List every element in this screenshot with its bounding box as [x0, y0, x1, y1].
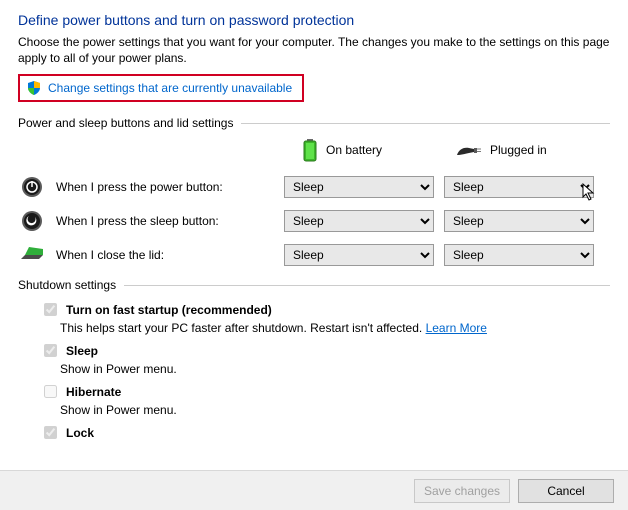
- sleep-option: Sleep Show in Power menu.: [40, 341, 610, 376]
- battery-icon: [302, 138, 318, 162]
- lock-option: Lock: [40, 423, 610, 442]
- footer-bar: Save changes Cancel: [0, 470, 628, 510]
- section2-header: Shutdown settings: [18, 278, 610, 292]
- sleep-button-row: When I press the sleep button: Sleep Sle…: [18, 210, 610, 232]
- hibernate-checkbox[interactable]: [44, 385, 57, 398]
- section1-header: Power and sleep buttons and lid settings: [18, 116, 610, 130]
- lock-checkbox[interactable]: [44, 426, 57, 439]
- change-settings-highlight: Change settings that are currently unava…: [18, 74, 304, 102]
- change-settings-link[interactable]: Change settings that are currently unava…: [48, 81, 292, 95]
- power-button-plugged-select[interactable]: Sleep: [444, 176, 594, 198]
- lid-plugged-select[interactable]: Sleep: [444, 244, 594, 266]
- power-button-icon: [21, 176, 43, 198]
- learn-more-link[interactable]: Learn More: [426, 321, 487, 335]
- column-headers: On battery Plugged in: [18, 138, 610, 162]
- lid-battery-select[interactable]: Sleep: [284, 244, 434, 266]
- power-button-battery-select[interactable]: Sleep: [284, 176, 434, 198]
- lid-close-row: When I close the lid: Sleep Sleep: [18, 244, 610, 266]
- save-button[interactable]: Save changes: [414, 479, 510, 503]
- sleep-button-battery-select[interactable]: Sleep: [284, 210, 434, 232]
- fast-startup-option: Turn on fast startup (recommended) This …: [40, 300, 610, 335]
- sleep-checkbox[interactable]: [44, 344, 57, 357]
- intro-text: Choose the power settings that you want …: [18, 34, 610, 66]
- lid-icon: [19, 245, 45, 265]
- sleep-button-plugged-select[interactable]: Sleep: [444, 210, 594, 232]
- page-title: Define power buttons and turn on passwor…: [18, 12, 610, 28]
- sleep-button-icon: [21, 210, 43, 232]
- hibernate-option: Hibernate Show in Power menu.: [40, 382, 610, 417]
- cancel-button[interactable]: Cancel: [518, 479, 614, 503]
- shield-icon: [26, 80, 42, 96]
- plug-icon: [456, 143, 482, 157]
- power-button-row: When I press the power button: Sleep Sle…: [18, 176, 610, 198]
- fast-startup-checkbox[interactable]: [44, 303, 57, 316]
